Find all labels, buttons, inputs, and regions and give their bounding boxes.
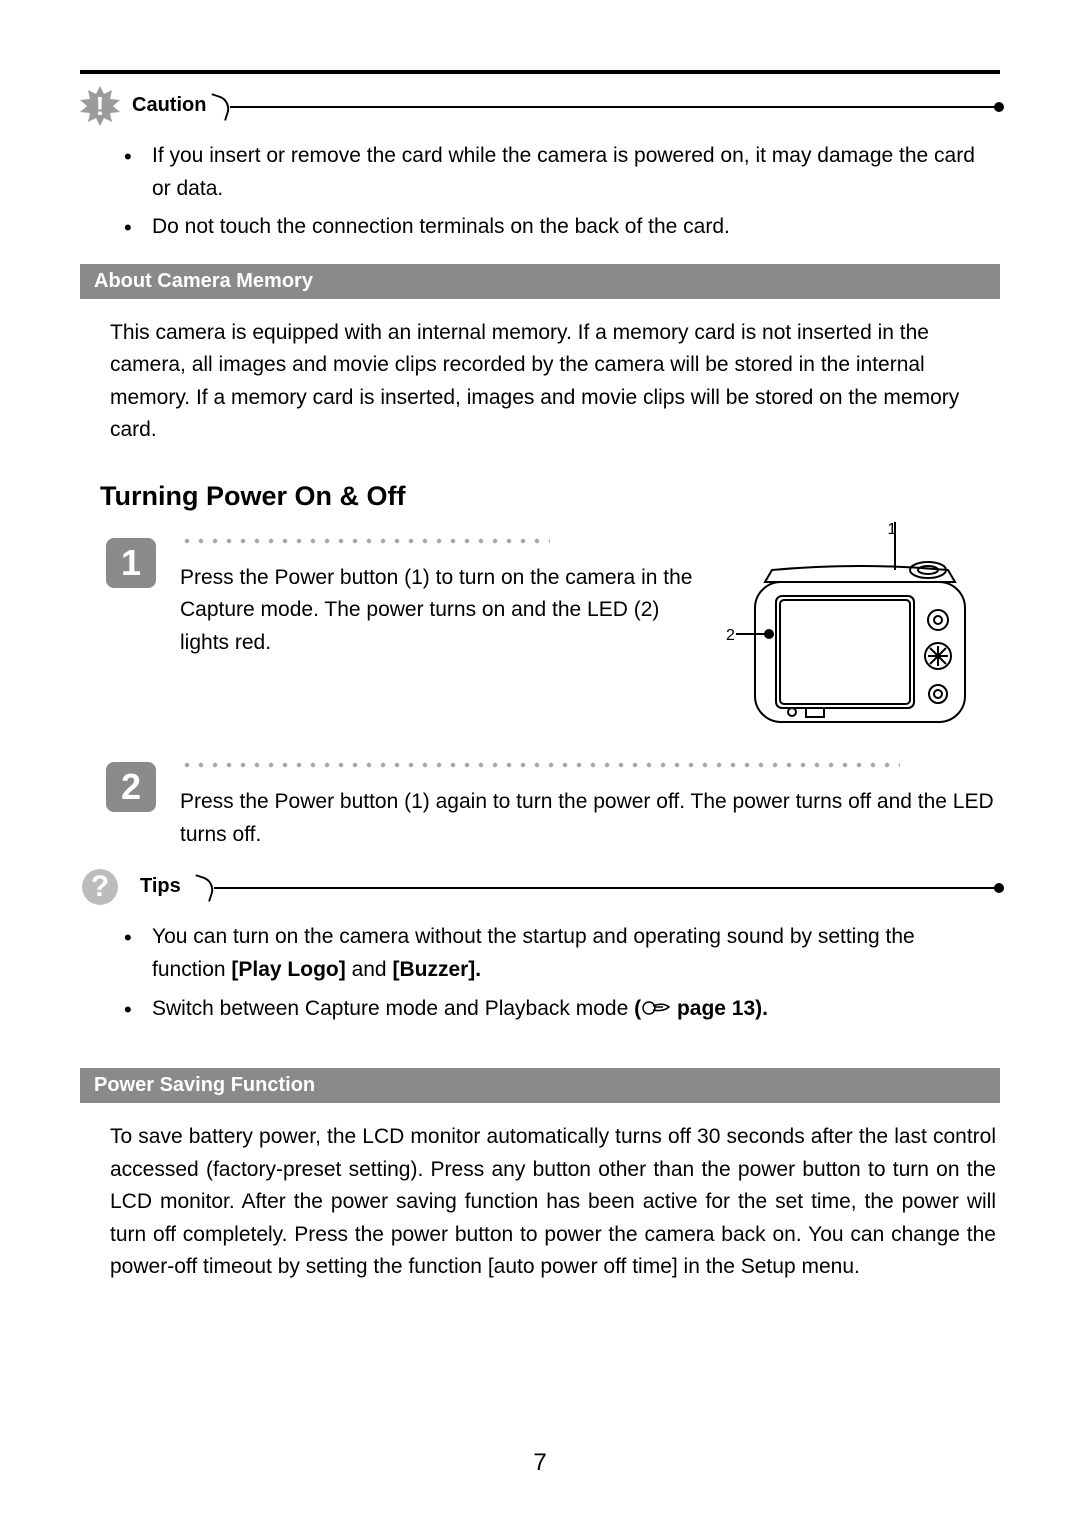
tips-label: Tips [140,875,181,898]
about-memory-text: This camera is equipped with an internal… [80,317,1000,447]
tips-item: You can turn on the camera without the s… [152,921,990,986]
power-heading: Turning Power On & Off [80,481,1000,512]
power-saving-text: To save battery power, the LCD monitor a… [80,1121,1000,1284]
step-1-text: Press the Power button (1) to turn on th… [180,562,700,753]
step-2-body: Press the Power button (1) again to turn… [180,762,1000,851]
banner-line-end [994,883,1004,893]
step-2-number: 2 [106,762,156,812]
step-1-body: Press the Power button (1) to turn on th… [180,538,1000,753]
step-2: 2 Press the Power button (1) again to tu… [106,762,1000,851]
caution-label: Caution [132,94,206,117]
callout-2: 2 [726,627,735,644]
tips-banner: ? Tips [80,873,1000,903]
step-dots [180,538,550,544]
camera-figure: 1 2 [720,562,1000,753]
step-1-number: 1 [106,538,156,588]
power-saving-bar: Power Saving Function [80,1068,1000,1103]
about-memory-bar: About Camera Memory [80,264,1000,299]
caution-banner: ! Caution [80,92,1000,122]
banner-line [214,887,1000,889]
page-content: ! Caution If you insert or remove the ca… [80,70,1000,1284]
step-2-text: Press the Power button (1) again to turn… [180,786,1000,851]
step-dots [180,762,900,768]
caution-star-icon: ! [80,86,120,126]
caution-item: Do not touch the connection terminals on… [152,211,990,244]
tips-list: You can turn on the camera without the s… [80,921,1000,1028]
banner-hook [189,875,217,903]
tips-item: Switch between Capture mode and Playback… [152,993,990,1029]
pointing-hand-icon [641,996,671,1029]
banner-hook [205,93,233,121]
page-number: 7 [0,1449,1080,1477]
callout-1: 1 [888,522,897,538]
caution-item: If you insert or remove the card while t… [152,140,990,205]
question-icon: ? [82,869,118,905]
exclamation-icon: ! [96,93,105,119]
banner-line [230,106,1000,108]
step-1: 1 Press the Power button (1) to turn on … [106,538,1000,753]
banner-line-end [994,102,1004,112]
caution-list: If you insert or remove the card while t… [80,140,1000,244]
